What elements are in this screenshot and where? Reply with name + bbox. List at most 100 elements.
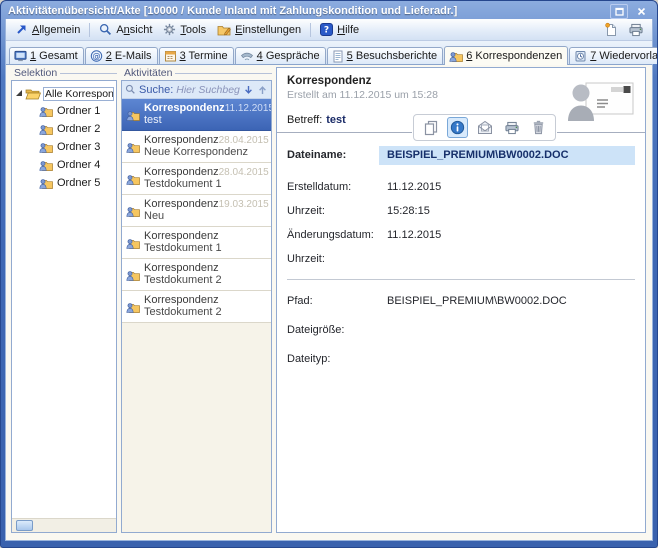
selektion-panel: Selektion Alle KorrespondenzenOrdner 1 Or… — [11, 67, 117, 533]
activity-list-item[interactable]: Korrespondenz19.03.2015Neu — [122, 195, 271, 227]
tree-item-ordner-2[interactable]: Ordner 2 — [15, 120, 114, 138]
field-label: Erstelldatum: — [287, 178, 379, 197]
item-title: Korrespondenz — [144, 198, 219, 210]
tab-label: 2 E-Mails — [106, 50, 152, 62]
tab-6-korrespondenzen[interactable]: 6 Korrespondenzen — [444, 46, 568, 65]
activity-list-item[interactable]: Korrespondenz28.04.2015Neue Korresponden… — [122, 131, 271, 163]
panel-footer-button[interactable] — [16, 520, 33, 531]
item-subtitle: Neu — [144, 210, 267, 222]
item-date: 11.12.2015 — [225, 103, 271, 114]
search-prev-button[interactable] — [257, 85, 268, 95]
correspondence-icon — [126, 103, 140, 126]
tab-4-gesprache[interactable]: 4 Gespräche — [235, 47, 326, 64]
document-button[interactable] — [420, 117, 441, 138]
menu-tools[interactable]: Tools — [158, 22, 211, 37]
item-subtitle: Neue Korrespondenz — [144, 146, 267, 158]
tree-item-alle-korrespondenzen[interactable]: Alle Korrespondenzen — [15, 86, 114, 102]
tree-item-ordner-4[interactable]: Ordner 4 — [15, 156, 114, 174]
tree-label: Ordner 3 — [57, 141, 100, 153]
field-value — [379, 250, 635, 269]
tree-label: Alle Korrespondenzen — [43, 87, 114, 101]
tree-item-ordner-3[interactable]: Ordner 3 — [15, 138, 114, 156]
window-title: Aktivitätenübersicht/Akte [10000 / Kunde… — [8, 5, 610, 17]
tab-3-termine[interactable]: 3 Termine — [159, 47, 234, 64]
tree-item-ordner-5[interactable]: Ordner 5 — [15, 174, 114, 192]
menu-separator — [89, 23, 90, 37]
tab-label: 6 Korrespondenzen — [466, 50, 562, 62]
print-document-button[interactable] — [501, 117, 522, 138]
tab-label: 4 Gespräche — [257, 50, 320, 62]
detail-field-uhrzeit: Uhrzeit:15:28:15 — [287, 202, 635, 221]
close-button[interactable] — [632, 4, 650, 19]
title-bar: Aktivitätenübersicht/Akte [10000 / Kunde… — [5, 3, 653, 19]
menu-items: Allgemein AnsichtToolsEinstellungen ?Hilfe — [10, 22, 364, 37]
item-subtitle: Testdokument 1 — [144, 242, 267, 254]
field-label: Uhrzeit: — [287, 202, 379, 221]
item-subtitle: Testdokument 2 — [144, 306, 267, 318]
close-icon — [637, 7, 646, 16]
delete-button[interactable] — [528, 117, 549, 138]
correspondence-folder-icon — [39, 159, 53, 171]
item-date: 28.04.2015 — [219, 167, 269, 178]
detail-field-pfad: Pfad:BEISPIEL_PREMIUM\BW0002.DOC — [287, 292, 635, 311]
emails-icon: @ — [90, 50, 103, 62]
search-icon — [125, 84, 136, 95]
new-document-button[interactable] — [600, 21, 622, 38]
search-next-button[interactable] — [243, 85, 254, 95]
detail-field-dateityp: Dateityp: — [287, 350, 635, 369]
tab-label: 3 Termine — [180, 50, 228, 62]
tab-label: 7 Wiedervorlagen — [590, 50, 658, 62]
document-action-toolbar — [413, 114, 556, 141]
detail-panel: Korrespondenz Erstellt am 11.12.2015 um … — [276, 67, 646, 533]
send-mail-button[interactable] — [474, 117, 495, 138]
print-document-icon — [504, 121, 520, 135]
aktivitaeten-box: Suche: Hier Suchbegriff eingeben ... Kor… — [121, 80, 272, 533]
correspondence-icon — [126, 167, 140, 190]
collapse-icon[interactable] — [16, 90, 22, 96]
divider — [287, 279, 635, 280]
tab-7-wiedervorlagen[interactable]: 7 Wiedervorlagen — [569, 47, 658, 64]
korrespondenzen-icon — [449, 50, 463, 62]
tree-item-ordner-1[interactable]: Ordner 1 — [15, 102, 114, 120]
quick-actions — [600, 21, 648, 38]
info-icon — [450, 120, 465, 135]
selektion-panel-label: Selektion — [11, 67, 117, 78]
tab-page-content: Selektion Alle KorrespondenzenOrdner 1 Or… — [6, 65, 652, 540]
help-icon: ? — [320, 23, 333, 36]
tab-2-e-mails[interactable]: @2 E-Mails — [85, 47, 158, 64]
tab-5-besuchsberichte[interactable]: 5 Besuchsberichte — [327, 47, 444, 64]
field-label: Dateiname: — [287, 146, 379, 165]
selektion-box: Alle KorrespondenzenOrdner 1 Ordner 2 Ordn… — [11, 80, 117, 533]
folder-open-icon — [25, 88, 41, 100]
search-label: Suche: — [139, 84, 173, 96]
selektion-footer — [12, 518, 116, 532]
info-button[interactable] — [447, 117, 468, 138]
detail-field-dateiname: Dateiname:BEISPIEL_PREMIUM\BW0002.DOC — [287, 146, 635, 165]
tab-1-gesamt[interactable]: 1 Gesamt — [9, 47, 84, 64]
print-button[interactable] — [624, 22, 648, 38]
menu-hilfe[interactable]: ?Hilfe — [315, 22, 364, 37]
item-subtitle: test — [144, 114, 267, 126]
search-bar[interactable]: Suche: Hier Suchbegriff eingeben ... — [122, 81, 271, 99]
menu-einstellungen[interactable]: Einstellungen — [212, 22, 306, 37]
activity-list-item[interactable]: KorrespondenzTestdokument 1 — [122, 227, 271, 259]
field-value: BEISPIEL_PREMIUM\BW0002.DOC — [379, 146, 635, 165]
menu-ansicht[interactable]: Ansicht — [94, 22, 157, 37]
tree-label: Ordner 2 — [57, 123, 100, 135]
activity-list: Korrespondenz11.12.2015testKorrespondenz… — [122, 99, 271, 532]
activity-list-item[interactable]: Korrespondenz11.12.2015test — [122, 99, 271, 131]
activity-list-item[interactable]: Korrespondenz28.04.2015Testdokument 1 — [122, 163, 271, 195]
tree-label: Ordner 4 — [57, 159, 100, 171]
window-body: Allgemein AnsichtToolsEinstellungen ?Hilfe… — [5, 19, 653, 541]
item-title: Korrespondenz — [144, 102, 225, 114]
maximize-button[interactable] — [610, 4, 628, 19]
settings-icon — [217, 24, 231, 36]
field-label: Änderungsdatum: — [287, 226, 379, 245]
tabs: 1 Gesamt@2 E-Mails3 Termine4 Gespräche5 … — [9, 46, 658, 64]
field-label: Pfad: — [287, 292, 379, 311]
activity-list-item[interactable]: KorrespondenzTestdokument 2 — [122, 291, 271, 323]
activity-list-item[interactable]: KorrespondenzTestdokument 2 — [122, 259, 271, 291]
detail-field-erstelldatum: Erstelldatum:11.12.2015 — [287, 178, 635, 197]
menu-allgemein[interactable]: Allgemein — [10, 22, 85, 37]
field-value — [379, 321, 635, 340]
